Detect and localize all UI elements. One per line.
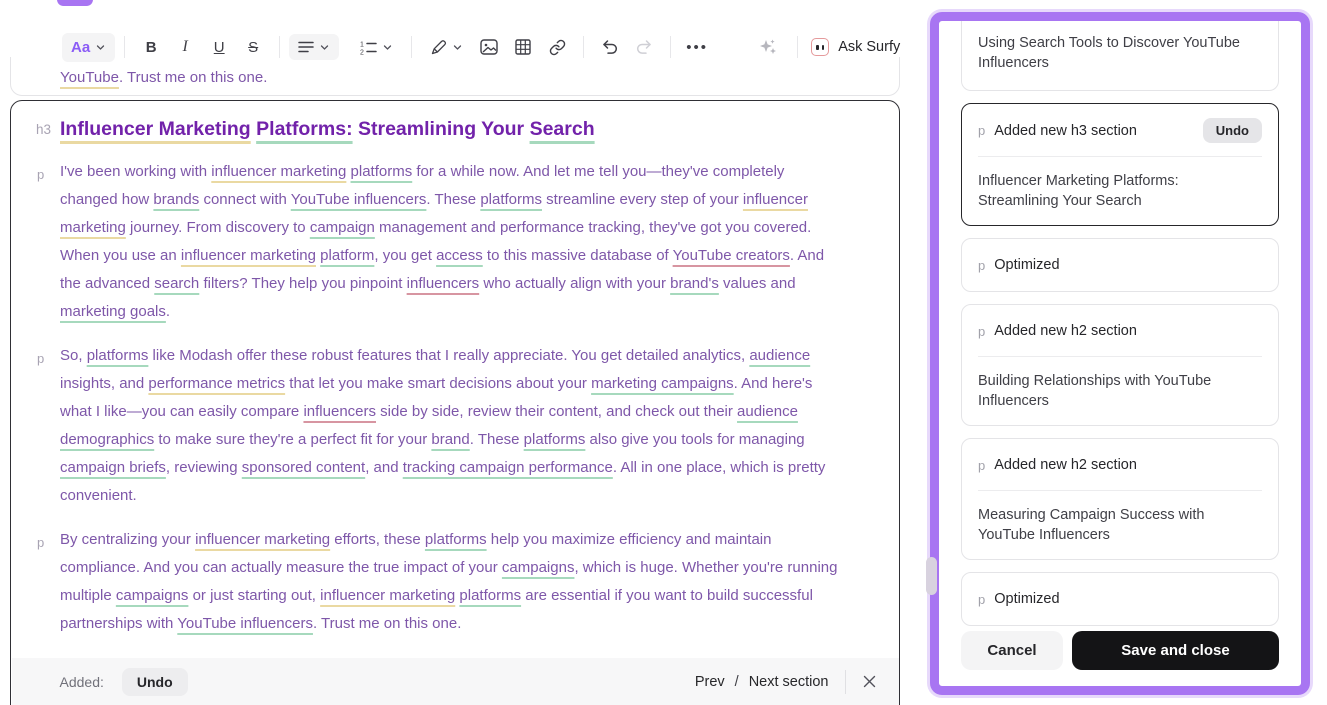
editor-content[interactable]: h3 Influencer Marketing Platforms: Strea… (60, 118, 844, 654)
p-tag-label: p (978, 324, 985, 339)
change-card-body: Building Relationships with YouTube Infl… (978, 371, 1262, 411)
editor-paragraph[interactable]: p I've been working with influencer mark… (60, 158, 844, 326)
change-action-label: Optimized (994, 257, 1059, 273)
next-section-button[interactable]: Next section (749, 674, 829, 690)
more-options-button[interactable]: ••• (682, 32, 712, 62)
undo-change-button[interactable]: Undo (1203, 118, 1262, 143)
table-icon (515, 39, 531, 55)
ask-surfy-label: Ask Surfy (838, 39, 900, 55)
chevron-down-icon (382, 42, 393, 53)
chevron-down-icon (319, 42, 330, 53)
toolbar-divider (670, 36, 671, 58)
chevron-down-icon (452, 42, 463, 53)
change-action-label: Optimized (994, 591, 1059, 607)
italic-button[interactable]: I (170, 32, 200, 62)
section-review-bar: Added: Undo Prev / Next section (12, 658, 899, 705)
list-dropdown[interactable]: 1 2 (351, 34, 402, 61)
chevron-down-icon (95, 42, 106, 53)
font-style-label: Aa (71, 39, 90, 56)
clipped-purple-element (57, 0, 93, 6)
sparkles-icon (758, 37, 778, 57)
p-tag-label: p (978, 592, 985, 607)
change-card[interactable]: p Added new h2 section Measuring Campaig… (961, 438, 1279, 560)
p-tag-label: p (978, 458, 985, 473)
nav-separator: / (735, 674, 739, 690)
link-icon (549, 39, 566, 56)
change-card[interactable]: p Added new h2 section Building Relation… (961, 304, 1279, 426)
svg-text:2: 2 (360, 49, 364, 55)
p-tag-label: p (37, 529, 44, 557)
editor-paragraph[interactable]: p So, platforms like Modash offer these … (60, 342, 844, 510)
undo-section-button[interactable]: Undo (122, 668, 188, 696)
change-card-active[interactable]: p Added new h3 section Undo Influencer M… (961, 103, 1279, 226)
p-tag-label: p (37, 161, 44, 189)
underline-button[interactable]: U (204, 32, 234, 62)
surfy-mascot-icon (811, 38, 829, 56)
toolbar-divider (797, 36, 798, 58)
link-button[interactable] (542, 32, 572, 62)
redo-icon (635, 39, 653, 55)
panel-drag-handle[interactable] (926, 557, 937, 595)
change-action-label: Added new h3 section (994, 123, 1137, 139)
change-card[interactable]: p Optimized (961, 238, 1279, 292)
ai-sparkles-button[interactable] (758, 37, 778, 57)
font-style-dropdown[interactable]: Aa (62, 33, 115, 62)
bold-button[interactable]: B (136, 32, 166, 62)
p-tag-label: p (37, 345, 44, 373)
app-window: Aa B I U S 1 2 (0, 0, 1327, 705)
card-divider (978, 156, 1262, 157)
svg-text:1: 1 (360, 41, 364, 48)
redo-button[interactable] (629, 32, 659, 62)
table-button[interactable] (508, 32, 538, 62)
change-card[interactable]: p Optimized (961, 572, 1279, 626)
p-tag-label: p (978, 123, 985, 138)
section-heading[interactable]: Influencer Marketing Platforms: Streamli… (60, 118, 844, 141)
previous-section-text: YouTube. Trust me on this one. (60, 69, 267, 86)
card-divider (978, 490, 1262, 491)
cancel-button[interactable]: Cancel (961, 631, 1063, 670)
card-divider (978, 356, 1262, 357)
change-card-body: Influencer Marketing Platforms: Streamli… (978, 171, 1262, 211)
change-card-body: Measuring Campaign Success with YouTube … (978, 505, 1262, 545)
image-icon (480, 39, 498, 55)
change-card-body: Using Search Tools to Discover YouTube I… (978, 33, 1262, 73)
change-action-label: Added new h2 section (994, 457, 1137, 473)
pen-dropdown[interactable] (421, 33, 472, 62)
added-label: Added: (60, 674, 104, 690)
formatting-toolbar: Aa B I U S 1 2 (62, 28, 900, 66)
toolbar-divider (124, 36, 125, 58)
prev-section-button[interactable]: Prev (695, 674, 725, 690)
align-left-icon (298, 40, 314, 54)
editor-paragraph[interactable]: p By centralizing your influencer market… (60, 526, 844, 638)
ask-surfy-button[interactable]: Ask Surfy (811, 38, 900, 56)
paragraph-text: I've been working with influencer market… (60, 163, 824, 320)
undo-icon (601, 39, 619, 55)
toolbar-divider (279, 36, 280, 58)
toolbar-divider (583, 36, 584, 58)
undo-button[interactable] (595, 32, 625, 62)
p-tag-label: p (978, 258, 985, 273)
change-card[interactable]: Using Search Tools to Discover YouTube I… (961, 21, 1279, 91)
paragraph-text: So, platforms like Modash offer these ro… (60, 347, 825, 504)
save-and-close-button[interactable]: Save and close (1072, 631, 1279, 670)
toolbar-divider (411, 36, 412, 58)
h3-tag-label: h3 (36, 122, 51, 137)
pen-icon (430, 39, 447, 56)
active-section-container[interactable]: h3 Influencer Marketing Platforms: Strea… (10, 100, 900, 705)
image-button[interactable] (474, 32, 504, 62)
numbered-list-icon: 1 2 (360, 40, 377, 55)
alignment-dropdown[interactable] (289, 34, 339, 60)
paragraph-text: By centralizing your influencer marketin… (60, 531, 837, 632)
changes-panel: Using Search Tools to Discover YouTube I… (930, 12, 1310, 695)
change-action-label: Added new h2 section (994, 323, 1137, 339)
bar-divider (845, 670, 846, 694)
close-icon[interactable] (862, 674, 877, 689)
changes-panel-body: Using Search Tools to Discover YouTube I… (939, 21, 1301, 686)
strikethrough-button[interactable]: S (238, 32, 268, 62)
